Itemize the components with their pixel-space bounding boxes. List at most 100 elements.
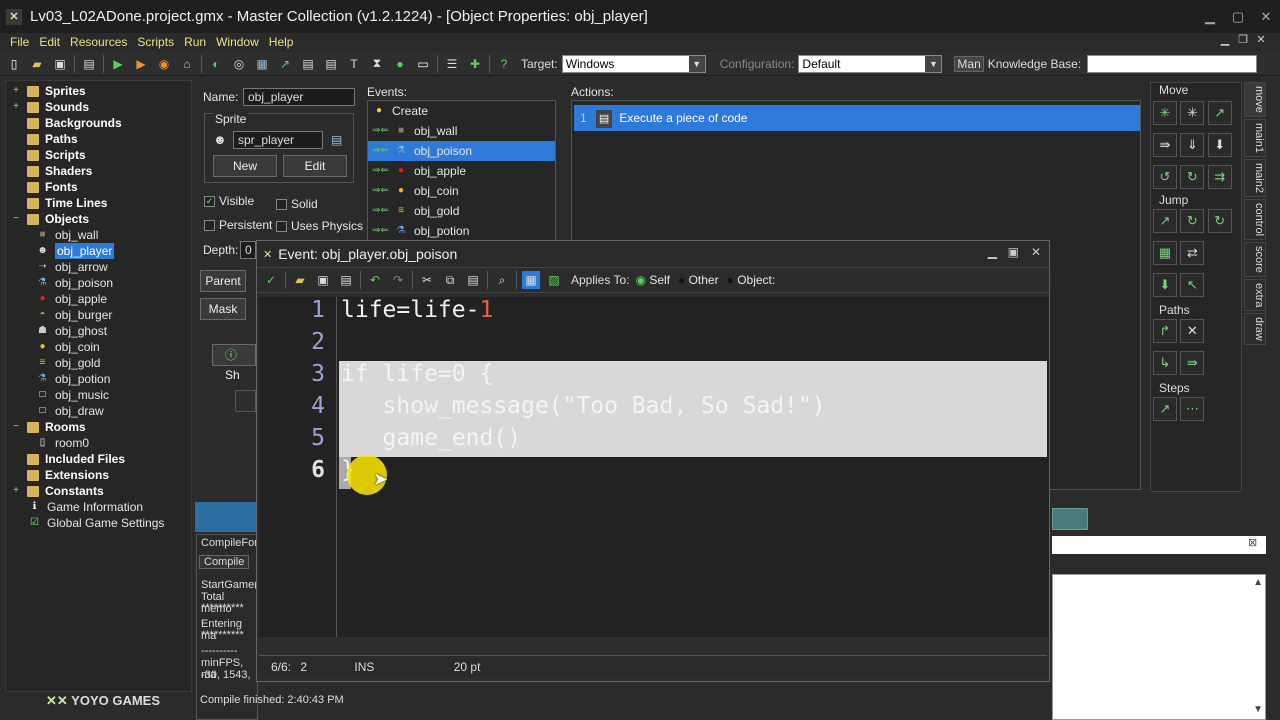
game-info-icon[interactable]: ☰: [443, 55, 461, 73]
event-collision-wall[interactable]: ⇒⇐ ■ obj_wall: [368, 121, 555, 141]
open-file-icon[interactable]: ▰: [291, 271, 309, 289]
settings-icon[interactable]: ✚: [466, 55, 484, 73]
tree-group-included-files[interactable]: Included Files: [6, 451, 191, 467]
edit-sprite-button[interactable]: Edit: [283, 155, 347, 177]
add-object-icon[interactable]: ●: [391, 55, 409, 73]
reverse-vertical-icon[interactable]: ↻: [1180, 165, 1205, 189]
export-icon[interactable]: ▤: [80, 55, 98, 73]
step-towards-icon[interactable]: ↗: [1153, 397, 1177, 421]
add-background-icon[interactable]: ▦: [253, 55, 271, 73]
check-icon[interactable]: ✓: [204, 196, 215, 208]
mask-button[interactable]: Mask: [200, 298, 246, 320]
move-towards-icon[interactable]: ↗: [1207, 101, 1232, 125]
menu-scripts[interactable]: Scripts: [137, 35, 174, 49]
close-icon[interactable]: ✕: [1252, 0, 1280, 33]
target-select[interactable]: Windows ▼: [561, 54, 706, 73]
event-collision-gold[interactable]: ⇒⇐ ≡ obj_gold: [368, 201, 555, 221]
save-project-icon[interactable]: ▣: [51, 55, 69, 73]
tab-control[interactable]: control: [1244, 198, 1266, 240]
tree-group-fonts[interactable]: Fonts: [6, 179, 191, 195]
add-script-icon[interactable]: ▤: [299, 55, 317, 73]
clear-icon[interactable]: ⊠: [1248, 536, 1257, 549]
gravity-icon[interactable]: ⬇: [1207, 133, 1232, 157]
menu-edit[interactable]: Edit: [39, 35, 60, 49]
tree-group-sounds[interactable]: + Sounds: [6, 99, 191, 115]
mdi-restore-icon[interactable]: ❐: [1234, 33, 1252, 46]
menu-run[interactable]: Run: [184, 35, 206, 49]
maximize-icon[interactable]: ▢: [1224, 0, 1252, 33]
add-timeline-icon[interactable]: ⧗: [368, 55, 386, 73]
action-execute-code[interactable]: 1 ▤ Execute a piece of code: [574, 105, 1140, 131]
chevron-down-icon[interactable]: ▼: [925, 55, 942, 72]
tab-main1[interactable]: main1: [1244, 118, 1266, 157]
menu-file[interactable]: File: [10, 35, 29, 49]
minimize-icon[interactable]: ▁: [1196, 0, 1224, 33]
chevron-down-icon[interactable]: ▼: [688, 55, 705, 72]
tree-group-paths[interactable]: Paths: [6, 131, 191, 147]
radio-empty-icon[interactable]: ●: [678, 273, 685, 287]
tree-object[interactable]: □ obj_music: [6, 387, 191, 403]
tree-global-settings[interactable]: ☑ Global Game Settings: [6, 515, 191, 531]
goto-line-icon[interactable]: ▧: [545, 271, 563, 289]
tree-object[interactable]: ➝ obj_arrow: [6, 259, 191, 275]
tree-group-scripts[interactable]: Scripts: [6, 147, 191, 163]
checkbox-empty-icon[interactable]: [276, 221, 287, 233]
tree-object[interactable]: ☗ obj_ghost: [6, 323, 191, 339]
move-contact-icon[interactable]: ⬇: [1153, 273, 1177, 297]
print-icon[interactable]: ▤: [337, 271, 355, 289]
tree-group-backgrounds[interactable]: Backgrounds: [6, 115, 191, 131]
config-select[interactable]: Default ▼: [798, 54, 943, 73]
menu-resources[interactable]: Resources: [70, 35, 127, 49]
event-collision-poison[interactable]: ⇒⇐ ⚗ obj_poison: [368, 141, 555, 161]
physics-checkbox[interactable]: Uses Physics: [276, 219, 363, 233]
expand-icon[interactable]: +: [10, 83, 22, 99]
tab-draw[interactable]: draw: [1244, 313, 1266, 346]
sprite-input[interactable]: spr_player: [233, 131, 323, 149]
editor-maximize-icon[interactable]: ▣: [1008, 245, 1019, 259]
set-path-icon[interactable]: ↱: [1153, 319, 1177, 343]
other-radio[interactable]: ● Other: [678, 273, 719, 287]
copy-icon[interactable]: ⧉: [441, 271, 459, 289]
add-shader-icon[interactable]: ▤: [322, 55, 340, 73]
bounce-icon[interactable]: ↖: [1180, 273, 1205, 297]
tree-group-sprites[interactable]: + Sprites: [6, 83, 191, 99]
add-sprite-icon[interactable]: ◐: [207, 55, 225, 73]
tab-score[interactable]: score: [1244, 241, 1266, 277]
tree-object[interactable]: ● obj_coin: [6, 339, 191, 355]
new-project-icon[interactable]: ▯: [5, 55, 23, 73]
add-font-icon[interactable]: T: [345, 55, 363, 73]
new-sprite-button[interactable]: New: [213, 155, 277, 177]
tree-object[interactable]: ■ obj_wall: [6, 227, 191, 243]
mdi-minimize-icon[interactable]: ▁: [1216, 33, 1234, 46]
visible-checkbox[interactable]: ✓ Visible: [204, 194, 254, 208]
expand-icon[interactable]: +: [10, 99, 22, 115]
align-grid-icon[interactable]: ▦: [1153, 241, 1177, 265]
tree-object[interactable]: ● obj_apple: [6, 291, 191, 307]
parent-button[interactable]: Parent: [200, 270, 246, 292]
run-icon[interactable]: ▶: [109, 55, 127, 73]
self-radio[interactable]: ◉ Self: [635, 273, 670, 287]
tab-main2[interactable]: main2: [1244, 158, 1266, 197]
tree-object[interactable]: □ obj_draw: [6, 403, 191, 419]
output-search-input[interactable]: [1052, 536, 1266, 554]
reverse-horizontal-icon[interactable]: ↺: [1153, 165, 1177, 189]
find-icon[interactable]: ⌕: [493, 271, 511, 289]
debug-icon[interactable]: ▶: [132, 55, 150, 73]
tree-group-shaders[interactable]: Shaders: [6, 163, 191, 179]
open-project-icon[interactable]: ▰: [28, 55, 46, 73]
collapse-icon[interactable]: −: [10, 419, 22, 435]
save-file-icon[interactable]: ▣: [314, 271, 332, 289]
tree-group-extensions[interactable]: Extensions: [6, 467, 191, 483]
event-create[interactable]: ● Create: [368, 101, 555, 121]
tree-object[interactable]: ⚗ obj_potion: [6, 371, 191, 387]
stop-icon[interactable]: ◉: [155, 55, 173, 73]
add-path-icon[interactable]: ↗: [276, 55, 294, 73]
tree-object[interactable]: ≡ obj_gold: [6, 355, 191, 371]
move-free-icon[interactable]: ✳: [1180, 101, 1205, 125]
friction-icon[interactable]: ⇉: [1207, 165, 1232, 189]
step-avoiding-icon[interactable]: ⋯: [1180, 397, 1205, 421]
solid-checkbox[interactable]: Solid: [276, 197, 318, 211]
expand-icon[interactable]: +: [10, 483, 22, 499]
tree-group-constants[interactable]: + Constants: [6, 483, 191, 499]
tree-group-objects[interactable]: − Objects: [6, 211, 191, 227]
